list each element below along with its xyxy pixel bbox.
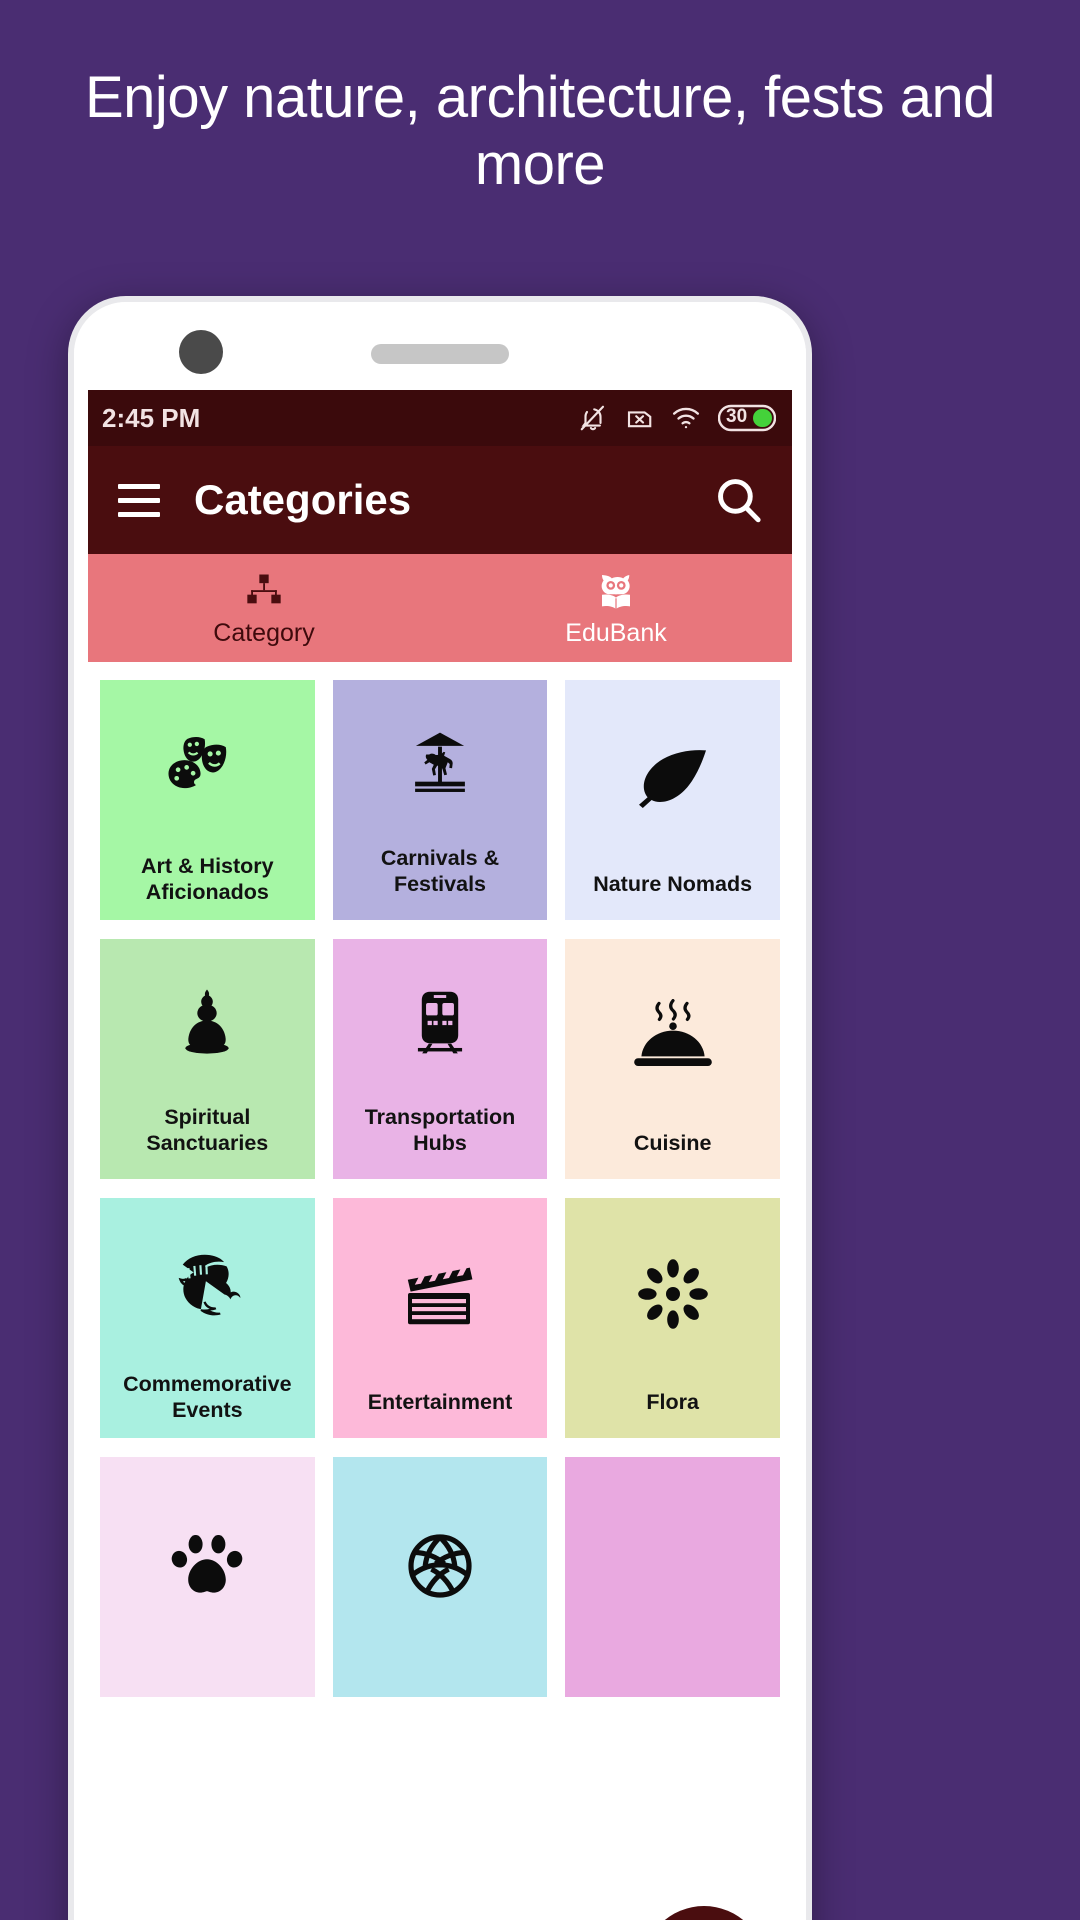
app-bar: Categories bbox=[88, 446, 792, 554]
app-screen: 2:45 PM 30 Categories Category EduBank A… bbox=[88, 390, 792, 1920]
search-icon[interactable] bbox=[712, 473, 766, 527]
add-trip-fab[interactable] bbox=[642, 1906, 766, 1920]
category-card[interactable]: Cuisine bbox=[565, 939, 780, 1179]
notifications-off-icon bbox=[578, 403, 608, 433]
category-label bbox=[100, 1675, 315, 1697]
category-grid: Art & History Aficionados Carnivals & Fe… bbox=[88, 662, 792, 1697]
category-label: Nature Nomads bbox=[593, 872, 753, 897]
volleyball-icon bbox=[333, 1457, 548, 1675]
tab-category[interactable]: Category bbox=[88, 554, 440, 662]
category-card[interactable]: Transportation Hubs bbox=[332, 939, 548, 1179]
hamburger-bar bbox=[118, 511, 160, 517]
hamburger-menu-icon[interactable] bbox=[118, 483, 160, 517]
category-card[interactable]: Entertainment bbox=[332, 1198, 548, 1438]
sim-card-alert-icon bbox=[624, 403, 654, 433]
category-label: Transportation Hubs bbox=[364, 1105, 516, 1156]
tab-label: EduBank bbox=[565, 618, 667, 647]
leaf-icon bbox=[565, 680, 780, 872]
tab-bar: Category EduBank bbox=[88, 554, 792, 662]
category-label bbox=[565, 1675, 780, 1697]
phone-screen-bezel: 2:45 PM 30 Categories Category EduBank A… bbox=[74, 302, 806, 1920]
battery-icon: 30 bbox=[718, 403, 776, 433]
category-card[interactable]: Art & History Aficionados bbox=[100, 680, 315, 920]
category-card-icon bbox=[565, 1457, 780, 1675]
hierarchy-icon bbox=[242, 569, 286, 615]
category-label: Flora bbox=[646, 1390, 699, 1415]
spartan-helmet-icon bbox=[100, 1198, 315, 1372]
clapperboard-icon bbox=[333, 1198, 548, 1390]
promo-headline: Enjoy nature, architecture, fests and mo… bbox=[84, 65, 996, 198]
category-label: Commemorative Events bbox=[123, 1372, 292, 1423]
category-label: Entertainment bbox=[367, 1390, 513, 1415]
status-clock: 2:45 PM bbox=[102, 402, 201, 433]
category-label: Art & History Aficionados bbox=[141, 854, 274, 905]
food-cloche-icon bbox=[565, 939, 780, 1131]
category-label: Spiritual Sanctuaries bbox=[146, 1105, 269, 1156]
hamburger-bar bbox=[118, 483, 160, 489]
owl-book-icon bbox=[593, 569, 639, 615]
category-card[interactable]: Flora bbox=[565, 1198, 780, 1438]
status-bar: 2:45 PM 30 bbox=[88, 390, 792, 446]
category-label bbox=[333, 1675, 548, 1697]
category-card[interactable] bbox=[565, 1457, 780, 1697]
flower-icon bbox=[565, 1198, 780, 1390]
battery-level-label: 30 bbox=[726, 406, 748, 427]
status-icon-tray: 30 bbox=[578, 403, 776, 433]
page-title: Categories bbox=[194, 476, 412, 523]
theater-masks-palette-icon bbox=[100, 680, 315, 854]
category-card[interactable]: Nature Nomads bbox=[565, 680, 780, 920]
phone-frame: 2:45 PM 30 Categories Category EduBank A… bbox=[68, 296, 812, 1920]
tab-edubank[interactable]: EduBank bbox=[440, 554, 792, 662]
paw-print-icon bbox=[100, 1457, 315, 1675]
category-card[interactable] bbox=[100, 1457, 315, 1697]
tab-label: Category bbox=[213, 618, 315, 647]
category-label: Cuisine bbox=[633, 1131, 712, 1156]
front-camera-icon bbox=[179, 330, 223, 374]
phone-notch-area bbox=[74, 302, 806, 390]
category-card[interactable]: Carnivals & Festivals bbox=[332, 680, 548, 920]
wifi-icon bbox=[670, 403, 702, 433]
category-label: Carnivals & Festivals bbox=[380, 846, 500, 897]
earpiece-speaker bbox=[371, 344, 509, 364]
category-card[interactable]: Commemorative Events bbox=[100, 1198, 315, 1438]
train-icon bbox=[333, 939, 548, 1105]
category-card[interactable]: Spiritual Sanctuaries bbox=[100, 939, 315, 1179]
hamburger-bar bbox=[118, 497, 160, 503]
category-card[interactable] bbox=[332, 1457, 548, 1697]
carousel-icon bbox=[333, 680, 548, 846]
buddha-icon bbox=[100, 939, 315, 1105]
